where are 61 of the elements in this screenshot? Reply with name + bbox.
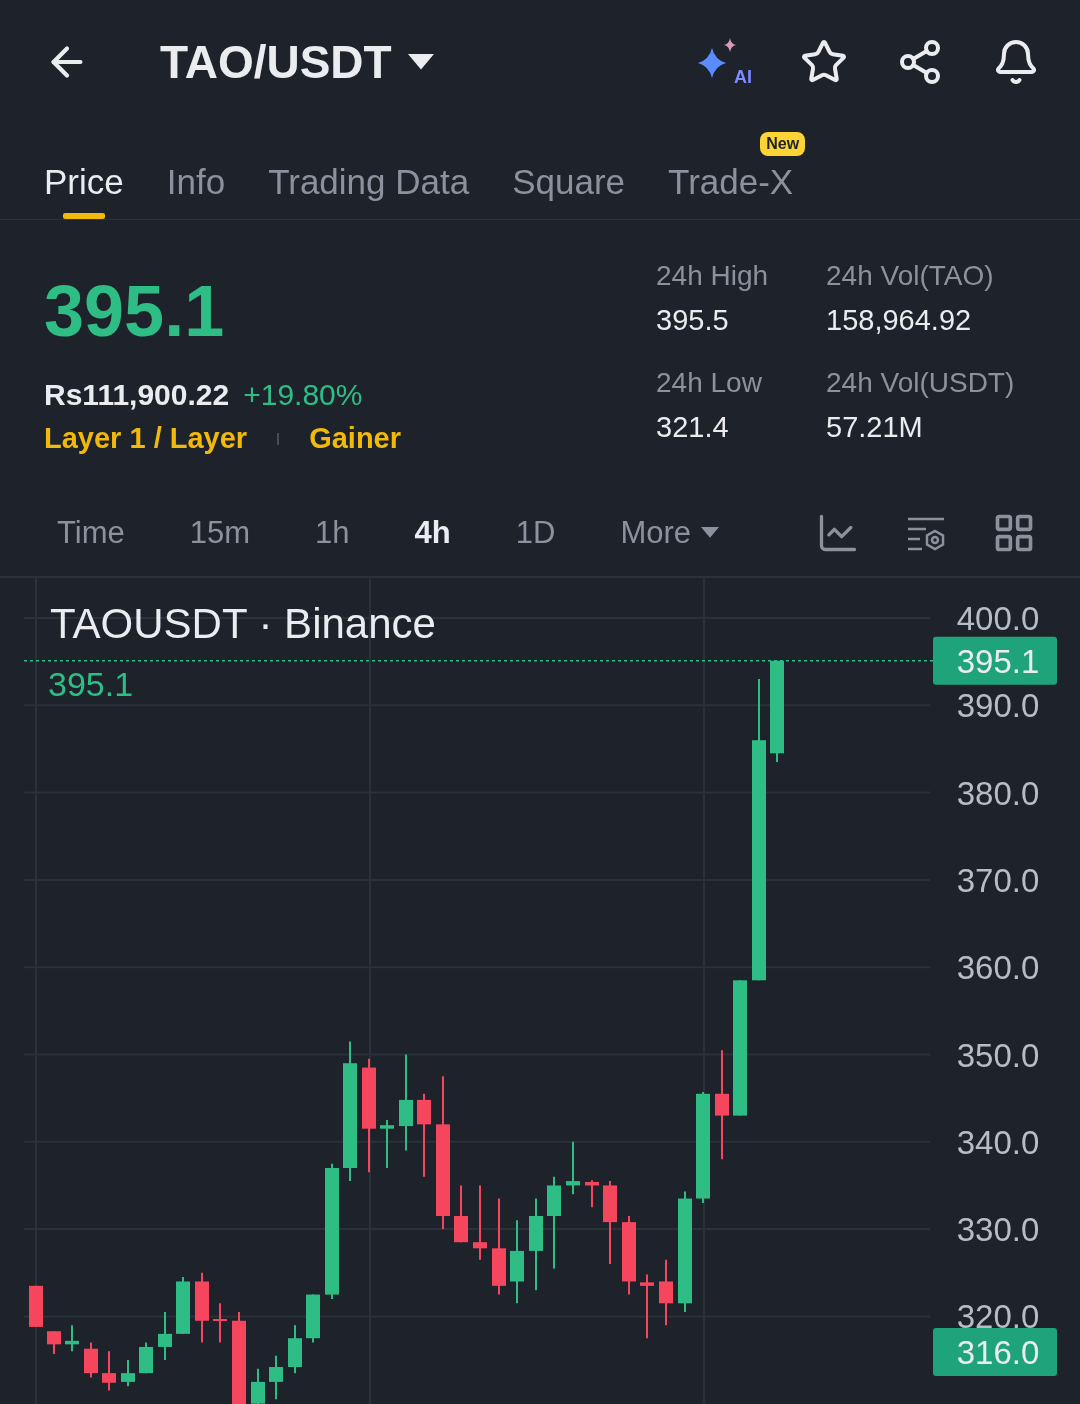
price-axis-label: 380.0 xyxy=(956,774,1040,812)
price-axis-label: 400.0 xyxy=(956,600,1040,637)
candlestick xyxy=(158,1311,172,1362)
tab-indicator xyxy=(62,213,105,220)
candlestick xyxy=(454,1184,468,1244)
candlestick xyxy=(659,1258,673,1327)
interval-tab[interactable]: Time xyxy=(57,514,125,551)
current-price-badge: 395.1 xyxy=(933,636,1057,685)
stat-value: 57.21M xyxy=(826,411,924,445)
caret-icon xyxy=(701,527,719,539)
low-price-badge: 316.0 xyxy=(933,1328,1057,1376)
tab[interactable]: Square xyxy=(512,124,626,220)
tab[interactable]: Price xyxy=(44,124,124,220)
candlestick xyxy=(139,1341,153,1375)
price-axis-label: 350.0 xyxy=(956,1036,1040,1074)
candlestick xyxy=(102,1350,116,1392)
fiat-price: Rs111,900.22 xyxy=(44,378,230,413)
stat-value: 321.4 xyxy=(656,411,730,445)
price-axis-label: 390.0 xyxy=(956,687,1040,725)
last-price-label: 395.1 xyxy=(48,665,134,703)
chart-title: TAOUSDT · Binance xyxy=(50,600,436,647)
last-price: 395.1 xyxy=(44,270,226,353)
tab[interactable]: Trading Data xyxy=(268,124,470,220)
tab[interactable]: Info xyxy=(166,124,226,220)
pair-selector[interactable]: TAO/USDT xyxy=(160,35,434,90)
candlestick xyxy=(380,1118,394,1169)
stat-label: 24h High xyxy=(656,260,770,293)
interval-tab[interactable]: 1D xyxy=(515,514,556,551)
stat-label: 24h Vol(TAO) xyxy=(826,260,995,293)
candlestick xyxy=(121,1359,135,1388)
candlestick xyxy=(640,1273,654,1340)
candlestick xyxy=(585,1179,599,1209)
price-axis-label: 370.0 xyxy=(956,861,1040,899)
candlestick xyxy=(65,1324,79,1353)
stat-label: 24h Vol(USDT) xyxy=(826,367,1016,400)
candlestick xyxy=(306,1293,320,1344)
candlestick xyxy=(213,1302,227,1344)
category-tag[interactable]: Gainer xyxy=(309,422,401,456)
candlestick xyxy=(288,1324,302,1375)
candlestick xyxy=(47,1330,61,1355)
caret-icon xyxy=(407,54,434,71)
new-badge: New xyxy=(760,132,806,157)
candlestick xyxy=(176,1276,190,1335)
candlestick xyxy=(566,1140,580,1196)
candlestick xyxy=(251,1367,265,1404)
candlestick xyxy=(84,1341,98,1379)
interval-tab[interactable]: 4h xyxy=(414,514,451,551)
stat-value: 395.5 xyxy=(656,304,730,338)
candlestick xyxy=(29,1284,43,1328)
price-axis-label: 330.0 xyxy=(956,1211,1040,1249)
price-change: +19.80% xyxy=(243,378,363,413)
stat-value: 158,964.92 xyxy=(826,304,973,338)
interval-tab[interactable]: More xyxy=(620,514,719,551)
price-axis-label: 340.0 xyxy=(956,1123,1040,1161)
interval-tab[interactable]: 15m xyxy=(189,514,251,551)
candlestick xyxy=(269,1354,283,1401)
stat-label: 24h Low xyxy=(656,367,763,400)
price-axis-label: 360.0 xyxy=(956,949,1040,987)
interval-tab[interactable]: 1h xyxy=(315,514,350,551)
ai-assistant-button[interactable]: AI xyxy=(696,36,752,89)
category-tag[interactable]: Layer 1 / Layer xyxy=(44,422,248,456)
